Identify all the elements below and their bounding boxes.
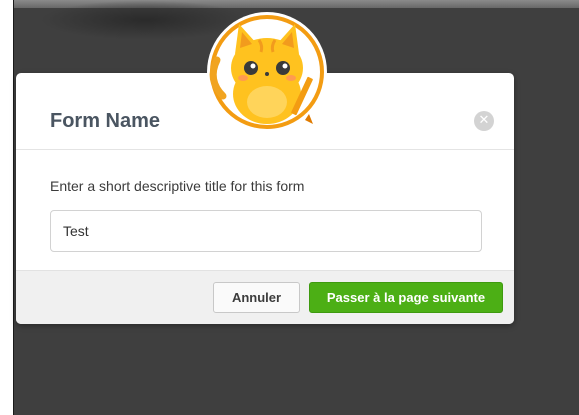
cancel-button[interactable]: Annuler: [213, 282, 300, 313]
form-name-label: Enter a short descriptive title for this…: [50, 178, 305, 194]
left-edge-strip: [0, 0, 14, 415]
dialog-footer: Annuler Passer à la page suivante: [16, 270, 514, 324]
next-page-button[interactable]: Passer à la page suivante: [309, 282, 503, 313]
close-icon[interactable]: ✕: [474, 111, 494, 131]
cat-mascot-icon: [201, 10, 333, 134]
form-name-input[interactable]: [50, 210, 482, 252]
dialog-title: Form Name: [50, 110, 161, 132]
